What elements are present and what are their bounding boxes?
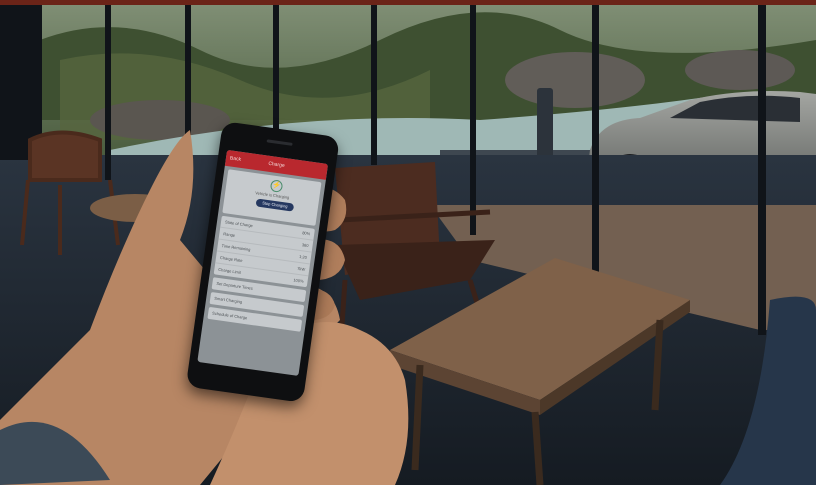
stop-charging-button[interactable]: Stop Charging xyxy=(255,198,295,212)
rock xyxy=(505,52,645,108)
charge-details-card: State of Charge 80% Range 360 Time Remaini… xyxy=(213,215,315,288)
charging-bolt-icon: ⚡ xyxy=(269,179,284,193)
phone-speaker xyxy=(266,139,293,146)
scene: Back Charge ⚡ Vehicle is Charging Stop C… xyxy=(0,0,816,485)
background-photo xyxy=(0,0,816,485)
phone-screen: Back Charge ⚡ Vehicle is Charging Stop C… xyxy=(197,149,329,376)
